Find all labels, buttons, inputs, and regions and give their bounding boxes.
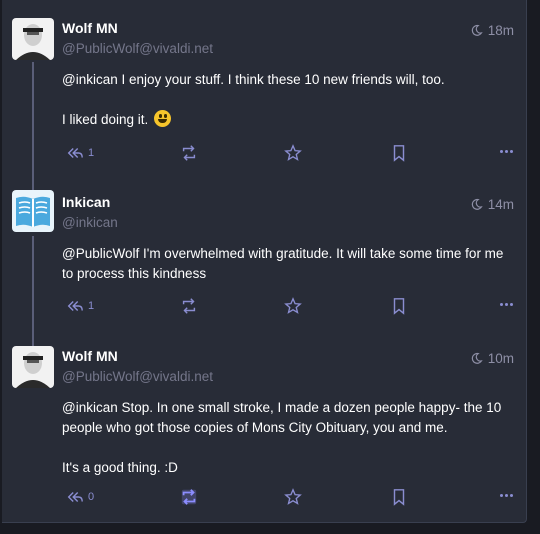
status-content: @inkican Stop. In one small stroke, I ma…: [62, 398, 512, 478]
paragraph-text: I enjoy your stuff. I think these 10 new…: [117, 72, 445, 87]
paragraph-text: Stop. In one small stroke, I made a doze…: [117, 400, 502, 415]
content-paragraph: It's a good thing. :D: [62, 458, 512, 478]
star-icon: [284, 488, 302, 505]
favourite-button[interactable]: [284, 297, 302, 315]
bookmark-icon: [393, 298, 405, 315]
timestamp[interactable]: 10m: [470, 351, 514, 366]
time-label: 14m: [487, 197, 514, 212]
status-content: @PublicWolf I'm overwhelmed with gratitu…: [62, 244, 512, 284]
mention-link[interactable]: @PublicWolf: [62, 246, 139, 261]
reply-all-icon: [67, 491, 83, 503]
paragraph-text: It's a good thing. :D: [62, 460, 178, 475]
status-action-bar: 0: [62, 488, 517, 508]
content-paragraph: @inkican Stop. In one small stroke, I ma…: [62, 398, 512, 418]
time-label: 18m: [487, 23, 514, 38]
app-background: Wolf MN @PublicWolf@vivaldi.net 18m @ink…: [0, 0, 540, 534]
bookmark-button[interactable]: [390, 144, 408, 162]
mention-link[interactable]: @inkican: [62, 400, 118, 415]
reply-all-icon: [67, 300, 83, 312]
paragraph-text: to process this kindness: [62, 266, 207, 281]
reply-count: 1: [88, 147, 95, 159]
star-icon: [284, 297, 302, 314]
account-handle[interactable]: @PublicWolf@vivaldi.net: [62, 41, 213, 56]
content-paragraph: to process this kindness: [62, 264, 512, 284]
moon-icon: [471, 25, 483, 36]
content-paragraph: people who got those copies of Mons City…: [62, 418, 512, 438]
avatar[interactable]: [12, 190, 54, 232]
reply-button[interactable]: 1: [66, 144, 94, 162]
display-name[interactable]: Wolf MN: [62, 20, 118, 36]
timestamp[interactable]: 14m: [470, 197, 514, 212]
boost-active-icon: [181, 489, 197, 505]
status-action-bar: 1: [62, 297, 517, 317]
timestamp[interactable]: 18m: [470, 23, 514, 38]
boost-button[interactable]: [180, 488, 198, 506]
account-handle[interactable]: @inkican: [62, 215, 118, 230]
ellipsis-icon: [500, 494, 503, 497]
avatar[interactable]: [12, 346, 54, 388]
bookmark-icon: [393, 489, 405, 506]
paragraph-text: I liked doing it.: [62, 112, 149, 127]
display-name[interactable]: Wolf MN: [62, 348, 118, 364]
account-handle[interactable]: @PublicWolf@vivaldi.net: [62, 369, 213, 384]
star-icon: [284, 144, 302, 161]
boost-button[interactable]: [180, 297, 198, 315]
bookmark-icon: [393, 145, 405, 162]
content-paragraph: I liked doing it.: [62, 110, 512, 130]
status-post[interactable]: Wolf MN @PublicWolf@vivaldi.net 18m @ink…: [2, 0, 526, 170]
smile-emoji-icon: [154, 110, 172, 127]
mention-link[interactable]: @inkican: [62, 72, 118, 87]
boost-button[interactable]: [180, 144, 198, 162]
paragraph-text: I'm overwhelmed with gratitude. It will …: [139, 246, 504, 261]
more-options-button[interactable]: [500, 303, 513, 306]
favourite-button[interactable]: [284, 144, 302, 162]
favourite-button[interactable]: [284, 488, 302, 506]
status-post[interactable]: Inkican @inkican 14m @PublicWolf I'm ove…: [2, 172, 526, 342]
content-paragraph: @inkican I enjoy your stuff. I think the…: [62, 70, 512, 90]
reply-button[interactable]: 1: [66, 297, 94, 315]
boost-icon: [182, 145, 196, 161]
more-options-button[interactable]: [500, 150, 513, 153]
more-options-button[interactable]: [500, 494, 513, 497]
content-paragraph: @PublicWolf I'm overwhelmed with gratitu…: [62, 244, 512, 264]
bookmark-button[interactable]: [390, 488, 408, 506]
boost-icon: [182, 298, 196, 314]
reply-all-icon: [67, 147, 83, 159]
reply-button[interactable]: 0: [66, 488, 94, 506]
reply-count: 0: [88, 491, 95, 503]
reply-count: 1: [88, 300, 95, 312]
thread-panel: Wolf MN @PublicWolf@vivaldi.net 18m @ink…: [2, 0, 527, 523]
display-name[interactable]: Inkican: [62, 194, 110, 210]
time-label: 10m: [487, 351, 514, 366]
avatar[interactable]: [12, 18, 54, 60]
ellipsis-icon: [500, 303, 503, 306]
status-content: @inkican I enjoy your stuff. I think the…: [62, 70, 512, 130]
ellipsis-icon: [500, 150, 503, 153]
moon-icon: [471, 353, 483, 364]
bookmark-button[interactable]: [390, 297, 408, 315]
moon-icon: [471, 199, 483, 210]
paragraph-text: people who got those copies of Mons City…: [62, 420, 448, 435]
status-action-bar: 1: [62, 144, 517, 164]
status-post[interactable]: Wolf MN @PublicWolf@vivaldi.net 10m @ink…: [2, 326, 526, 522]
